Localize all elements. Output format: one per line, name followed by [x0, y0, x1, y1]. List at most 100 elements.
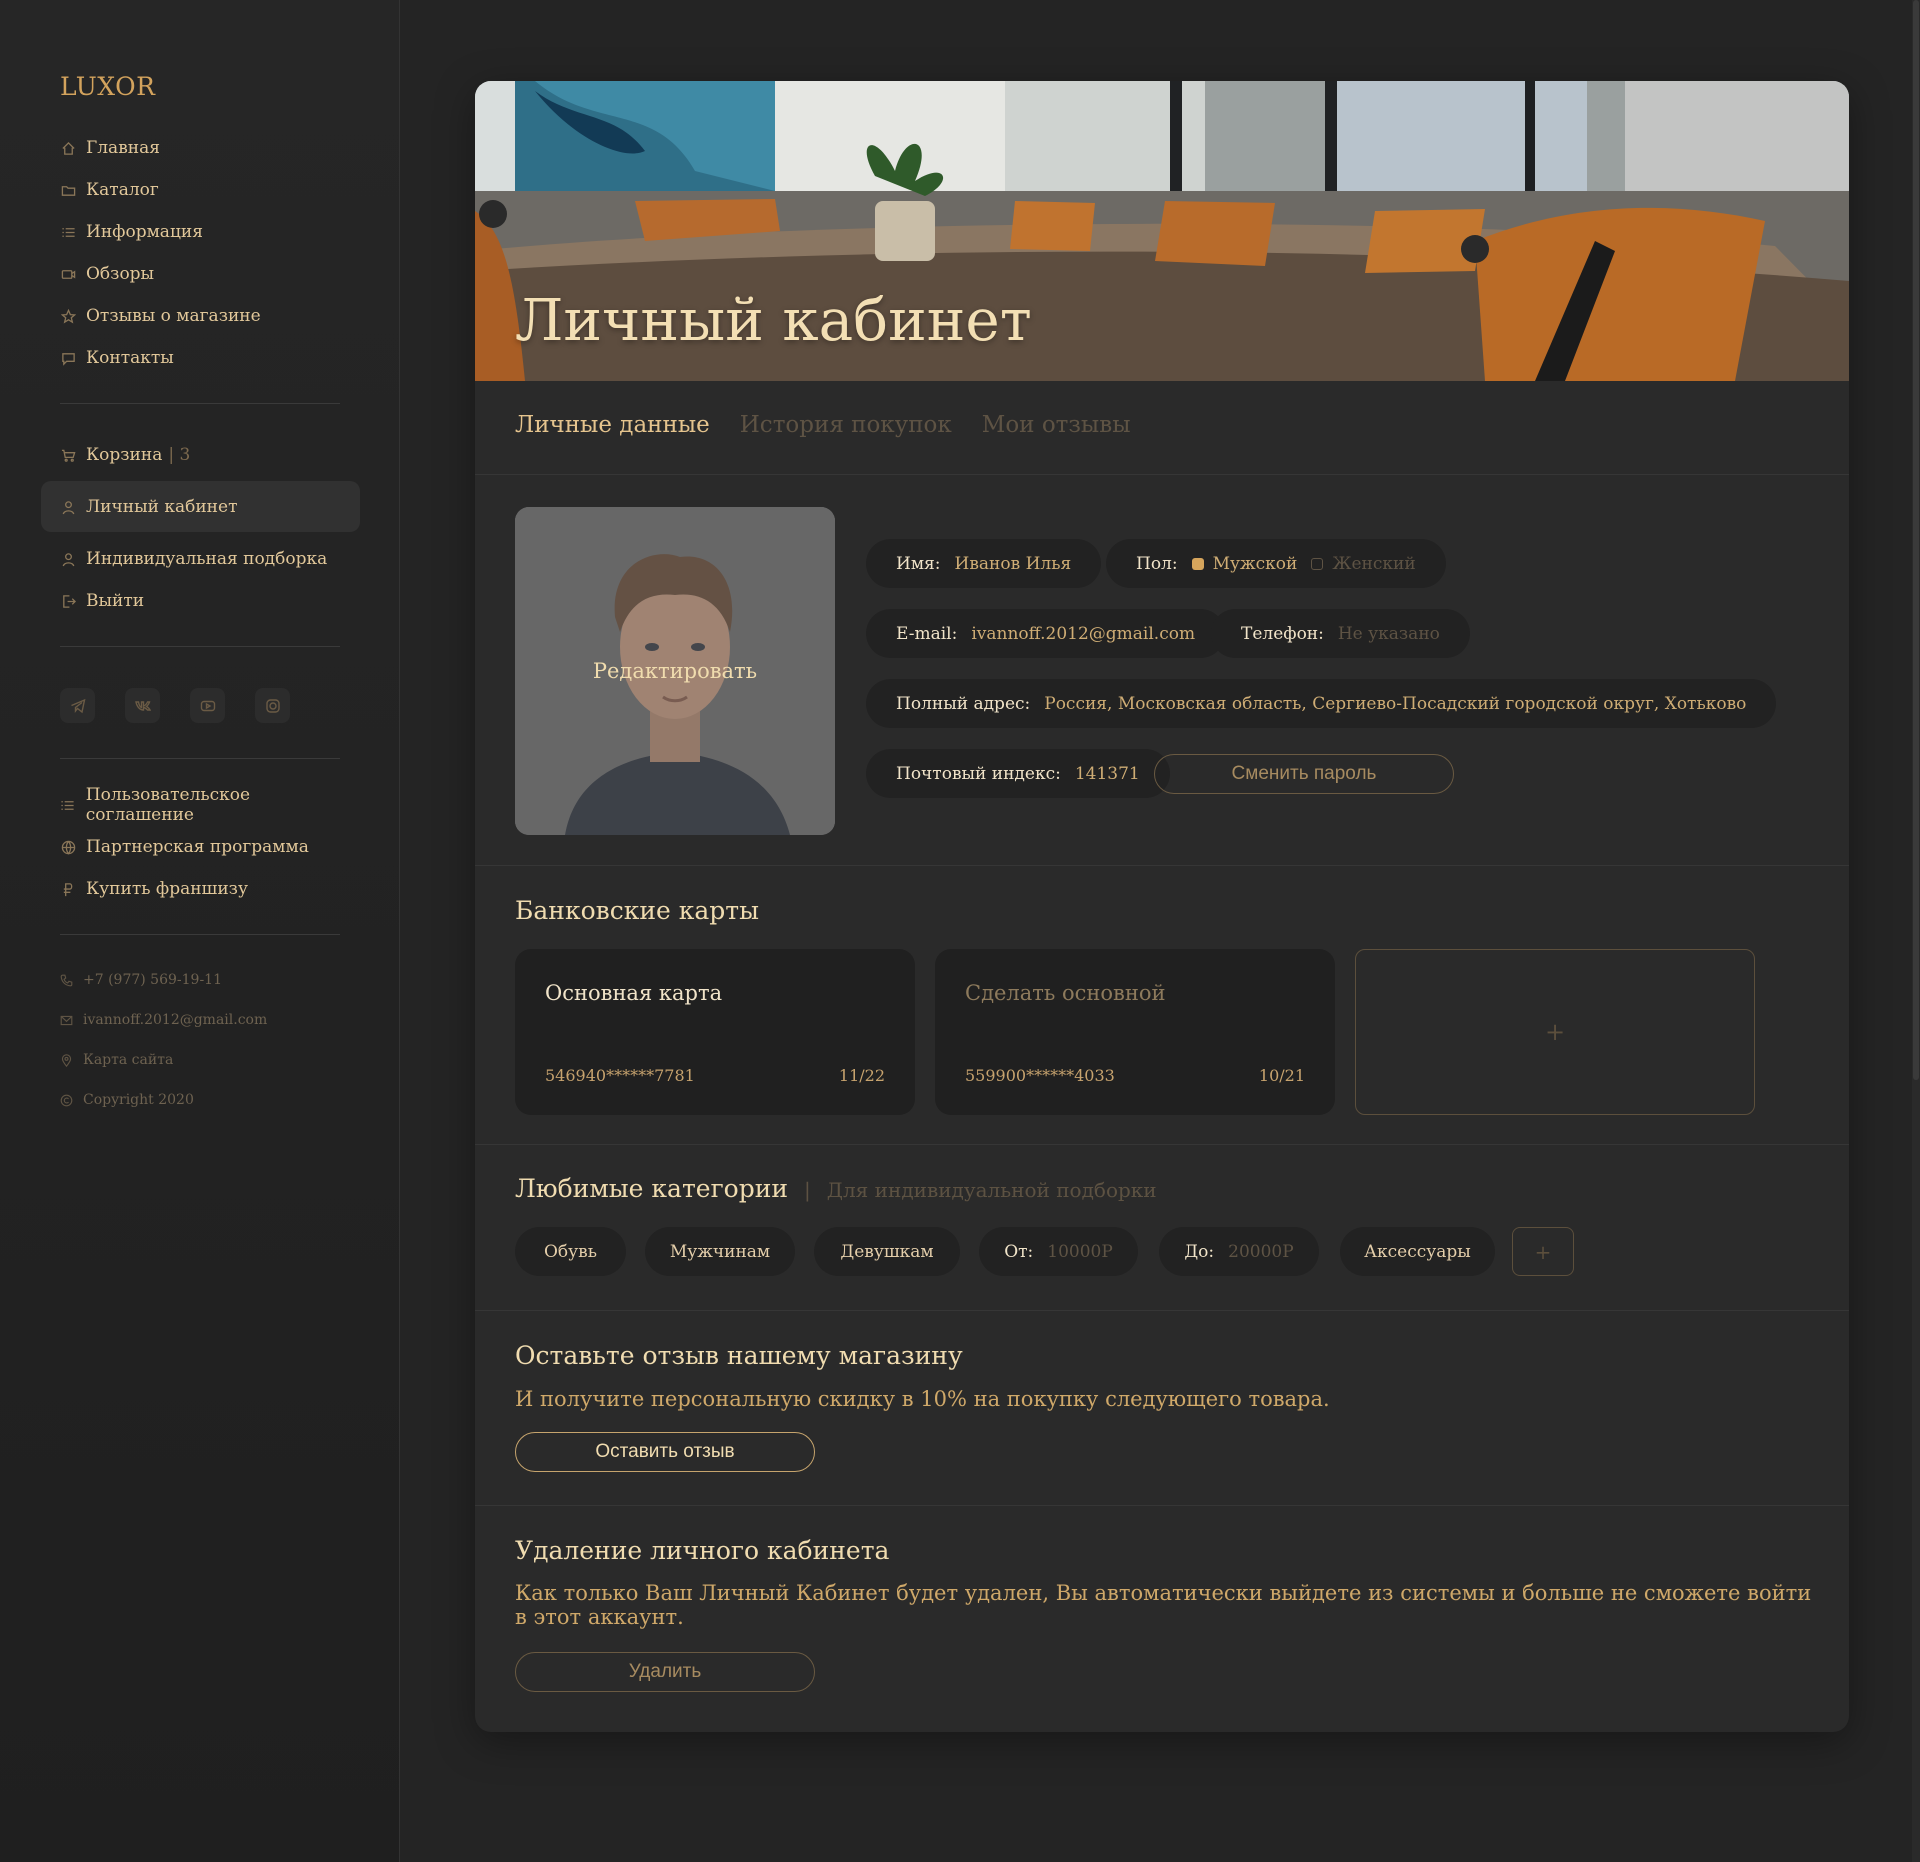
- sidebar: LUXOR Главная Каталог Информация Обзоры …: [0, 0, 400, 1862]
- avatar[interactable]: Редактировать: [515, 507, 835, 835]
- delete-text: Как только Ваш Личный Кабинет будет удал…: [515, 1581, 1812, 1630]
- nav-item-label: Обзоры: [86, 264, 155, 284]
- price-to-field[interactable]: До: 20000Р: [1159, 1227, 1319, 1276]
- tab-personal-data[interactable]: Личные данные: [515, 412, 710, 438]
- video-icon: [60, 266, 76, 282]
- category-chip[interactable]: Аксессуары: [1340, 1227, 1495, 1276]
- nav-item-selection[interactable]: Индивидуальная подборка: [60, 538, 360, 580]
- mail-icon: [60, 1015, 73, 1025]
- category-chip[interactable]: Мужчинам: [645, 1227, 795, 1276]
- price-from-field[interactable]: От: 10000Р: [979, 1227, 1138, 1276]
- price-from-value: 10000Р: [1047, 1241, 1113, 1262]
- categories-title: Любимые категории | Для индивидуальной п…: [515, 1174, 1157, 1203]
- address-label: Полный адрес:: [896, 693, 1031, 714]
- gender-female-radio[interactable]: [1311, 557, 1324, 570]
- bank-cards-title: Банковские карты: [515, 896, 759, 925]
- make-primary-link[interactable]: Сделать основной: [965, 981, 1166, 1005]
- contact-email[interactable]: ivannoff.2012@gmail.com: [60, 1000, 267, 1040]
- nav-item-label: Индивидуальная подборка: [86, 549, 328, 569]
- add-category-button[interactable]: +: [1512, 1227, 1574, 1276]
- price-to-value: 20000Р: [1228, 1241, 1294, 1262]
- instagram-icon[interactable]: [255, 688, 290, 723]
- folder-icon: [60, 182, 76, 198]
- star-icon: [60, 308, 76, 324]
- divider: [475, 865, 1849, 866]
- nav-item-label: Личный кабинет: [86, 497, 238, 517]
- nav-item-label: Выйти: [86, 591, 145, 611]
- scrollbar-thumb[interactable]: [1913, 0, 1919, 1080]
- price-from-label: От:: [1004, 1241, 1034, 1262]
- delete-account-button[interactable]: Удалить: [515, 1652, 815, 1692]
- divider: [475, 1144, 1849, 1145]
- contact-sitemap[interactable]: Карта сайта: [60, 1040, 267, 1080]
- bank-card-expiry: 11/22: [838, 1066, 885, 1085]
- nav-item-store-reviews[interactable]: Отзывы о магазине: [60, 295, 360, 337]
- contact-phone[interactable]: +7 (977) 569-19-11: [60, 960, 267, 1000]
- nav-item-label: Пользовательское соглашение: [85, 785, 251, 825]
- nav-item-cart[interactable]: Корзина | 3: [60, 434, 360, 476]
- review-title: Оставьте отзыв нашему магазину: [515, 1341, 963, 1370]
- category-chip[interactable]: Обувь: [515, 1227, 626, 1276]
- bank-card-number: 546940******7781: [545, 1066, 695, 1085]
- category-chip[interactable]: Девушкам: [814, 1227, 960, 1276]
- price-to-label: До:: [1184, 1241, 1215, 1262]
- nav-item-label: Контакты: [86, 348, 174, 368]
- tab-purchase-history[interactable]: История покупок: [740, 412, 952, 438]
- address-field[interactable]: Полный адрес: Россия, Московская область…: [866, 679, 1777, 728]
- avatar-edit-button[interactable]: Редактировать: [515, 507, 835, 835]
- gender-label: Пол:: [1136, 553, 1178, 574]
- logo[interactable]: LUXOR: [60, 72, 155, 101]
- page-title: Личный кабинет: [515, 286, 1032, 354]
- youtube-icon[interactable]: [190, 688, 225, 723]
- change-password-button[interactable]: Сменить пароль: [1154, 754, 1454, 794]
- address-value: Россия, Московская область, Сергиево-Пос…: [1044, 693, 1747, 714]
- phone-field[interactable]: Телефон: Не указано: [1211, 609, 1470, 658]
- add-card-button[interactable]: +: [1355, 949, 1755, 1115]
- nav-item-partner[interactable]: Партнерская программа: [60, 826, 360, 868]
- divider: [475, 474, 1849, 475]
- account-card: Личный кабинет Личные данные История пок…: [475, 81, 1849, 1732]
- cart-count: | 3: [168, 445, 191, 465]
- phone-label: Телефон:: [1241, 623, 1324, 644]
- bank-card-primary[interactable]: Основная карта 546940******7781 11/22: [515, 949, 915, 1115]
- nav-item-reviews[interactable]: Обзоры: [60, 253, 360, 295]
- legal-nav: Пользовательское соглашение Партнерская …: [60, 784, 360, 910]
- vk-icon[interactable]: [125, 688, 160, 723]
- nav-item-franchise[interactable]: Купить франшизу: [60, 868, 360, 910]
- gender-field: Пол: Мужской Женский: [1106, 539, 1446, 588]
- nav-item-contacts[interactable]: Контакты: [60, 337, 360, 379]
- nav-item-label: Главная: [86, 138, 160, 158]
- user-icon: [60, 551, 76, 567]
- delete-title: Удаление личного кабинета: [515, 1536, 890, 1565]
- nav-item-logout[interactable]: Выйти: [60, 580, 360, 622]
- name-value: Иванов Илья: [954, 553, 1072, 574]
- nav-item-account[interactable]: Личный кабинет: [60, 486, 360, 528]
- list-icon: [60, 224, 76, 240]
- scrollbar[interactable]: [1912, 0, 1920, 1862]
- main-nav: Главная Каталог Информация Обзоры Отзывы…: [60, 127, 360, 379]
- logout-icon: [60, 593, 76, 609]
- nav-item-home[interactable]: Главная: [60, 127, 360, 169]
- leave-review-button[interactable]: Оставить отзыв: [515, 1432, 815, 1472]
- contact-list: +7 (977) 569-19-11 ivannoff.2012@gmail.c…: [60, 960, 267, 1120]
- gender-male-radio[interactable]: [1191, 557, 1204, 570]
- bank-card-name: Основная карта: [545, 981, 723, 1005]
- bank-card-secondary[interactable]: Сделать основной 559900******4033 10/21: [935, 949, 1335, 1115]
- nav-item-user-agreement[interactable]: Пользовательское соглашение: [60, 784, 360, 826]
- nav-item-info[interactable]: Информация: [60, 211, 360, 253]
- name-field[interactable]: Имя: Иванов Илья: [866, 539, 1102, 588]
- email-value: ivannoff.2012@gmail.com: [971, 623, 1196, 644]
- nav-item-catalog[interactable]: Каталог: [60, 169, 360, 211]
- phone-icon: [60, 974, 73, 986]
- nav-item-label: Купить франшизу: [86, 879, 248, 899]
- tab-my-reviews[interactable]: Мои отзывы: [982, 412, 1131, 438]
- zip-field[interactable]: Почтовый индекс: 141371: [866, 749, 1170, 798]
- phone-value: Не указано: [1337, 623, 1440, 644]
- categories-separator: |: [804, 1178, 811, 1202]
- list-icon: [60, 797, 76, 813]
- gender-male-label[interactable]: Мужской: [1213, 554, 1298, 574]
- telegram-icon[interactable]: [60, 688, 95, 723]
- email-field[interactable]: E-mail: ivannoff.2012@gmail.com: [866, 609, 1226, 658]
- contact-copyright: Copyright 2020: [60, 1080, 267, 1120]
- gender-female-label[interactable]: Женский: [1332, 554, 1415, 574]
